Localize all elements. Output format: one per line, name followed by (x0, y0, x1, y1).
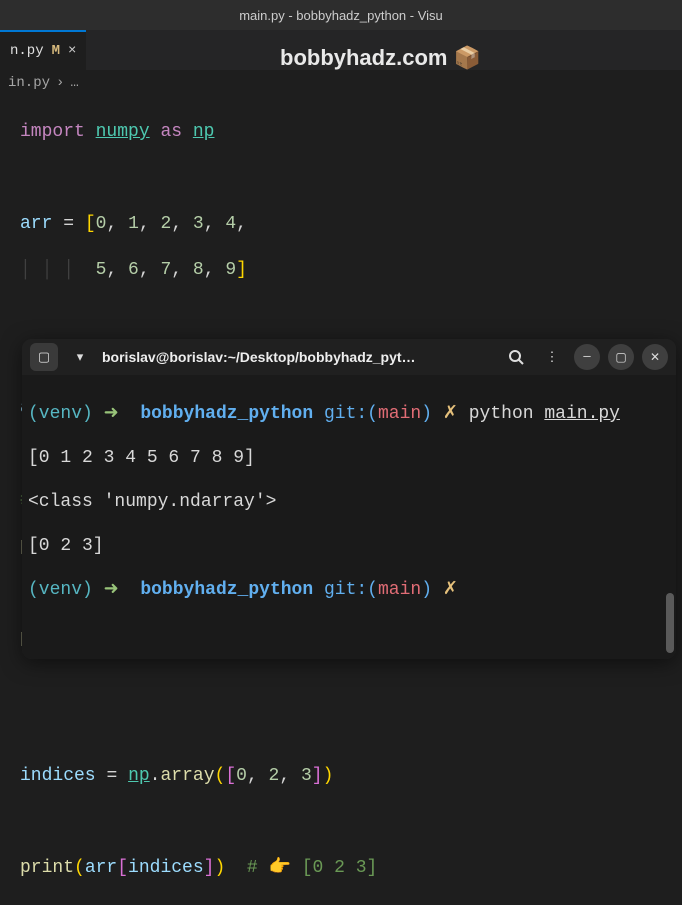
code-line (20, 719, 662, 742)
terminal-scrollbar[interactable] (666, 381, 674, 653)
terminal-window: ▢ ▾ borislav@borislav:~/Desktop/bobbyhad… (22, 339, 676, 659)
terminal-line: <class 'numpy.ndarray'> (28, 491, 670, 513)
window-title-bar: main.py - bobbyhadz_python - Visu (0, 0, 682, 30)
tab-filename: n.py (10, 43, 44, 59)
minimize-icon[interactable]: ─ (574, 344, 600, 370)
terminal-line: [0 1 2 3 4 5 6 7 8 9] (28, 447, 670, 469)
terminal-line: (venv) ➜ bobbyhadz_python git:(main) ✗ (28, 579, 670, 601)
tab-modified-indicator: M (52, 43, 60, 59)
terminal-line: (venv) ➜ bobbyhadz_python git:(main) ✗ p… (28, 403, 670, 425)
code-line: │ │ │ 5, 6, 7, 8, 9] (20, 259, 662, 282)
window-title: main.py - bobbyhadz_python - Visu (239, 8, 443, 23)
menu-icon[interactable]: ⋮ (538, 343, 566, 371)
breadcrumb-file: in.py (8, 75, 50, 91)
code-line (20, 305, 662, 328)
terminal-output[interactable]: (venv) ➜ bobbyhadz_python git:(main) ✗ p… (22, 375, 676, 659)
new-tab-icon[interactable]: ▢ (30, 343, 58, 371)
code-line: indices = np.array([0, 2, 3]) (20, 765, 662, 788)
scrollbar-thumb[interactable] (666, 593, 674, 653)
watermark-text: bobbyhadz.com 📦 (280, 45, 481, 71)
code-line: arr = [0, 1, 2, 3, 4, (20, 213, 662, 236)
code-line (20, 673, 662, 696)
code-line (20, 811, 662, 834)
terminal-titlebar: ▢ ▾ borislav@borislav:~/Desktop/bobbyhad… (22, 339, 676, 375)
terminal-title: borislav@borislav:~/Desktop/bobbyhadz_py… (102, 349, 494, 365)
dropdown-icon[interactable]: ▾ (66, 343, 94, 371)
code-line: print(arr[indices]) # 👉 [0 2 3] (20, 857, 662, 880)
code-line: import numpy as np (20, 121, 662, 144)
breadcrumb[interactable]: in.py › … (0, 70, 682, 96)
chevron-right-icon: › (56, 75, 64, 91)
code-line (20, 167, 662, 190)
close-icon[interactable]: × (68, 43, 76, 59)
close-window-icon[interactable]: ✕ (642, 344, 668, 370)
terminal-line: [0 2 3] (28, 535, 670, 557)
search-icon[interactable] (502, 343, 530, 371)
maximize-icon[interactable]: ▢ (608, 344, 634, 370)
editor-tab-main-py[interactable]: n.py M × (0, 30, 86, 70)
breadcrumb-more: … (70, 75, 78, 91)
